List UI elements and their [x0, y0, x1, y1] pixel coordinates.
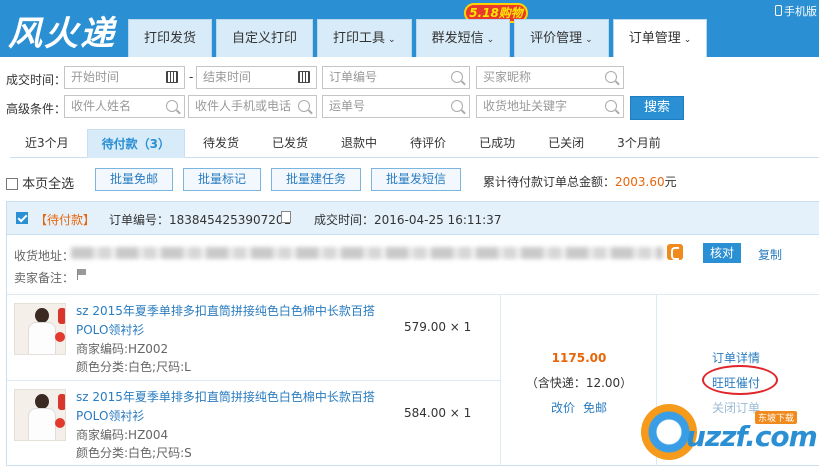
tab-pending-payment[interactable]: 待付款（3）: [86, 129, 185, 158]
product-title-link[interactable]: sz 2015年夏季单排多扣直筒拼接纯色白色棉中长款百搭POLO领衬衫: [76, 388, 376, 426]
phone-icon: [775, 5, 782, 16]
search-icon: [166, 100, 178, 112]
address-blurred: [71, 247, 663, 259]
edit-price-link[interactable]: 改价: [551, 401, 575, 415]
seller-note-label: 卖家备注：: [14, 271, 75, 285]
nav-tab-print-tools[interactable]: 打印工具 ⌄: [317, 19, 412, 57]
brand-logo[interactable]: 风火递: [8, 6, 116, 55]
chevron-down-icon: ⌄: [683, 35, 692, 45]
mobile-version-link[interactable]: 手机版: [775, 3, 817, 19]
buyer-nick-input[interactable]: 买家昵称: [476, 66, 624, 89]
waybill-input[interactable]: 运单号: [322, 95, 470, 118]
order-detail-link[interactable]: 订单详情: [712, 349, 760, 366]
receiver-name-input[interactable]: 收件人姓名: [64, 95, 185, 118]
address-row: 收货地址： 核对 复制 卖家备注：: [7, 235, 819, 295]
search-icon: [605, 71, 617, 83]
chevron-down-icon: ⌄: [388, 35, 396, 45]
order-header: 【待付款】 订单编号：1838454253907201 成交时间：2016-04…: [7, 202, 819, 235]
close-order-link[interactable]: 关闭订单: [712, 399, 760, 416]
search-icon: [451, 100, 463, 112]
top-nav-bar: 风火递 5.18购物节 手机版 打印发货 自定义打印 打印工具⌄ 群发短信⌄ 评…: [0, 0, 819, 57]
batch-mark-button[interactable]: 批量标记: [183, 168, 261, 191]
start-time-input[interactable]: 开始时间: [64, 66, 185, 89]
deal-time-label: 成交时间：: [6, 73, 67, 87]
free-shipping-link[interactable]: 免邮: [583, 401, 607, 415]
tab-refunding[interactable]: 退款中: [326, 129, 392, 158]
tab-pending-shipment[interactable]: 待发货: [188, 129, 254, 158]
tab-closed[interactable]: 已关闭: [533, 129, 599, 158]
product-meta: 商家编码:HZ002 颜色分类:白色;尺码:L: [76, 342, 191, 374]
batch-create-task-button[interactable]: 批量建任务: [271, 168, 361, 191]
product-price-qty: 584.00 × 1: [404, 406, 472, 420]
copy-icon[interactable]: [278, 211, 291, 228]
filter-row-time: 成交时间： 开始时间 - 结束时间 订单编号 买家昵称: [0, 66, 819, 92]
order-checkbox[interactable]: [16, 212, 28, 224]
nav-tab-bulk-sms[interactable]: 群发短信 ⌄: [415, 19, 511, 57]
list-item: sz 2015年夏季单排多扣直筒拼接纯色白色棉中长款百搭POLO领衬衫 商家编码…: [7, 295, 501, 381]
batch-action-bar: 本页全选 批量免邮 批量标记 批量建任务 批量发短信 累计待付款订单总金额：20…: [0, 168, 819, 192]
payment-links: 改价 免邮: [501, 399, 657, 416]
product-title-link[interactable]: sz 2015年夏季单排多扣直筒拼接纯色白色棉中长款百搭POLO领衬衫: [76, 302, 376, 340]
range-dash: -: [189, 70, 194, 84]
search-icon: [298, 100, 310, 112]
address-keyword-input[interactable]: 收货地址关键字: [476, 95, 624, 118]
product-thumbnail[interactable]: [14, 389, 66, 441]
batch-send-sms-button[interactable]: 批量发短信: [371, 168, 461, 191]
calendar-icon[interactable]: [298, 71, 310, 83]
nav-tab-custom-print[interactable]: 自定义打印: [216, 19, 314, 57]
select-all-checkbox[interactable]: [6, 178, 18, 190]
nav-tab-print-ship[interactable]: 打印发货: [128, 19, 213, 57]
phone-icon[interactable]: [667, 244, 683, 260]
tab-older-than-3-months[interactable]: 3个月前: [602, 129, 676, 158]
tab-pending-review[interactable]: 待评价: [395, 129, 461, 158]
pending-total-amount: 2003.60: [615, 175, 665, 189]
nav-tab-order-mgmt[interactable]: 订单管理 ⌄: [612, 19, 708, 57]
order-time: 成交时间：2016-04-25 16:11:37: [314, 213, 502, 227]
copy-address-link[interactable]: 复制: [758, 246, 782, 263]
tab-succeeded[interactable]: 已成功: [464, 129, 530, 158]
filter-row-advanced: 高级条件： 收件人姓名 收件人手机或电话 运单号 收货地址关键字: [0, 95, 819, 121]
chevron-down-icon: ⌄: [585, 35, 593, 45]
calendar-icon[interactable]: [166, 71, 178, 83]
order-items: sz 2015年夏季单排多扣直筒拼接纯色白色棉中长款百搭POLO领衬衫 商家编码…: [7, 295, 501, 466]
nav-tab-review-mgmt[interactable]: 评价管理 ⌄: [514, 19, 609, 57]
select-all-page[interactable]: 本页全选: [6, 173, 74, 192]
product-price-qty: 579.00 × 1: [404, 320, 472, 334]
search-button[interactable]: 搜索: [630, 96, 684, 120]
chevron-down-icon: ⌄: [486, 35, 495, 45]
watermark-badge: 东坡下载: [755, 411, 798, 424]
payment-column: 1175.00 （含快递：12.00） 改价 免邮: [501, 295, 657, 466]
shipping-fee: （含快递：12.00）: [525, 376, 633, 390]
order-number: 订单编号：1838454253907201: [109, 213, 292, 227]
search-icon: [451, 71, 463, 83]
tab-last-3-months[interactable]: 近3个月: [10, 129, 84, 158]
order-number-input[interactable]: 订单编号: [322, 66, 470, 89]
search-icon: [605, 100, 617, 112]
list-item: sz 2015年夏季单排多扣直筒拼接纯色白色棉中长款百搭POLO领衬衫 商家编码…: [7, 381, 501, 466]
receiver-phone-input[interactable]: 收件人手机或电话: [188, 95, 317, 118]
tab-shipped[interactable]: 已发货: [257, 129, 323, 158]
verify-address-button[interactable]: 核对: [703, 243, 741, 263]
pending-total: 累计待付款订单总金额：2003.60元: [483, 175, 677, 189]
batch-free-shipping-button[interactable]: 批量免邮: [95, 168, 173, 191]
flag-icon[interactable]: [77, 269, 87, 280]
highlight-circle: [702, 365, 778, 395]
order-status-badge: 【待付款】: [35, 213, 96, 227]
product-meta: 商家编码:HZ004 颜色分类:白色;尺码:S: [76, 428, 192, 460]
order-total-amount: 1175.00: [551, 351, 607, 365]
order-status-tabs: 近3个月 待付款（3） 待发货 已发货 退款中 待评价 已成功 已关闭 3个月前: [10, 129, 819, 158]
main-nav-tabs: 打印发货 自定义打印 打印工具 ⌄ 群发短信 ⌄ 评价管理 ⌄ 订单管理 ⌄: [128, 19, 708, 57]
advanced-label: 高级条件：: [6, 102, 67, 116]
address-label: 收货地址：: [14, 249, 75, 263]
product-thumbnail[interactable]: [14, 303, 66, 355]
watermark-text: uzzf.com: [686, 420, 818, 453]
end-time-input[interactable]: 结束时间: [196, 66, 317, 89]
